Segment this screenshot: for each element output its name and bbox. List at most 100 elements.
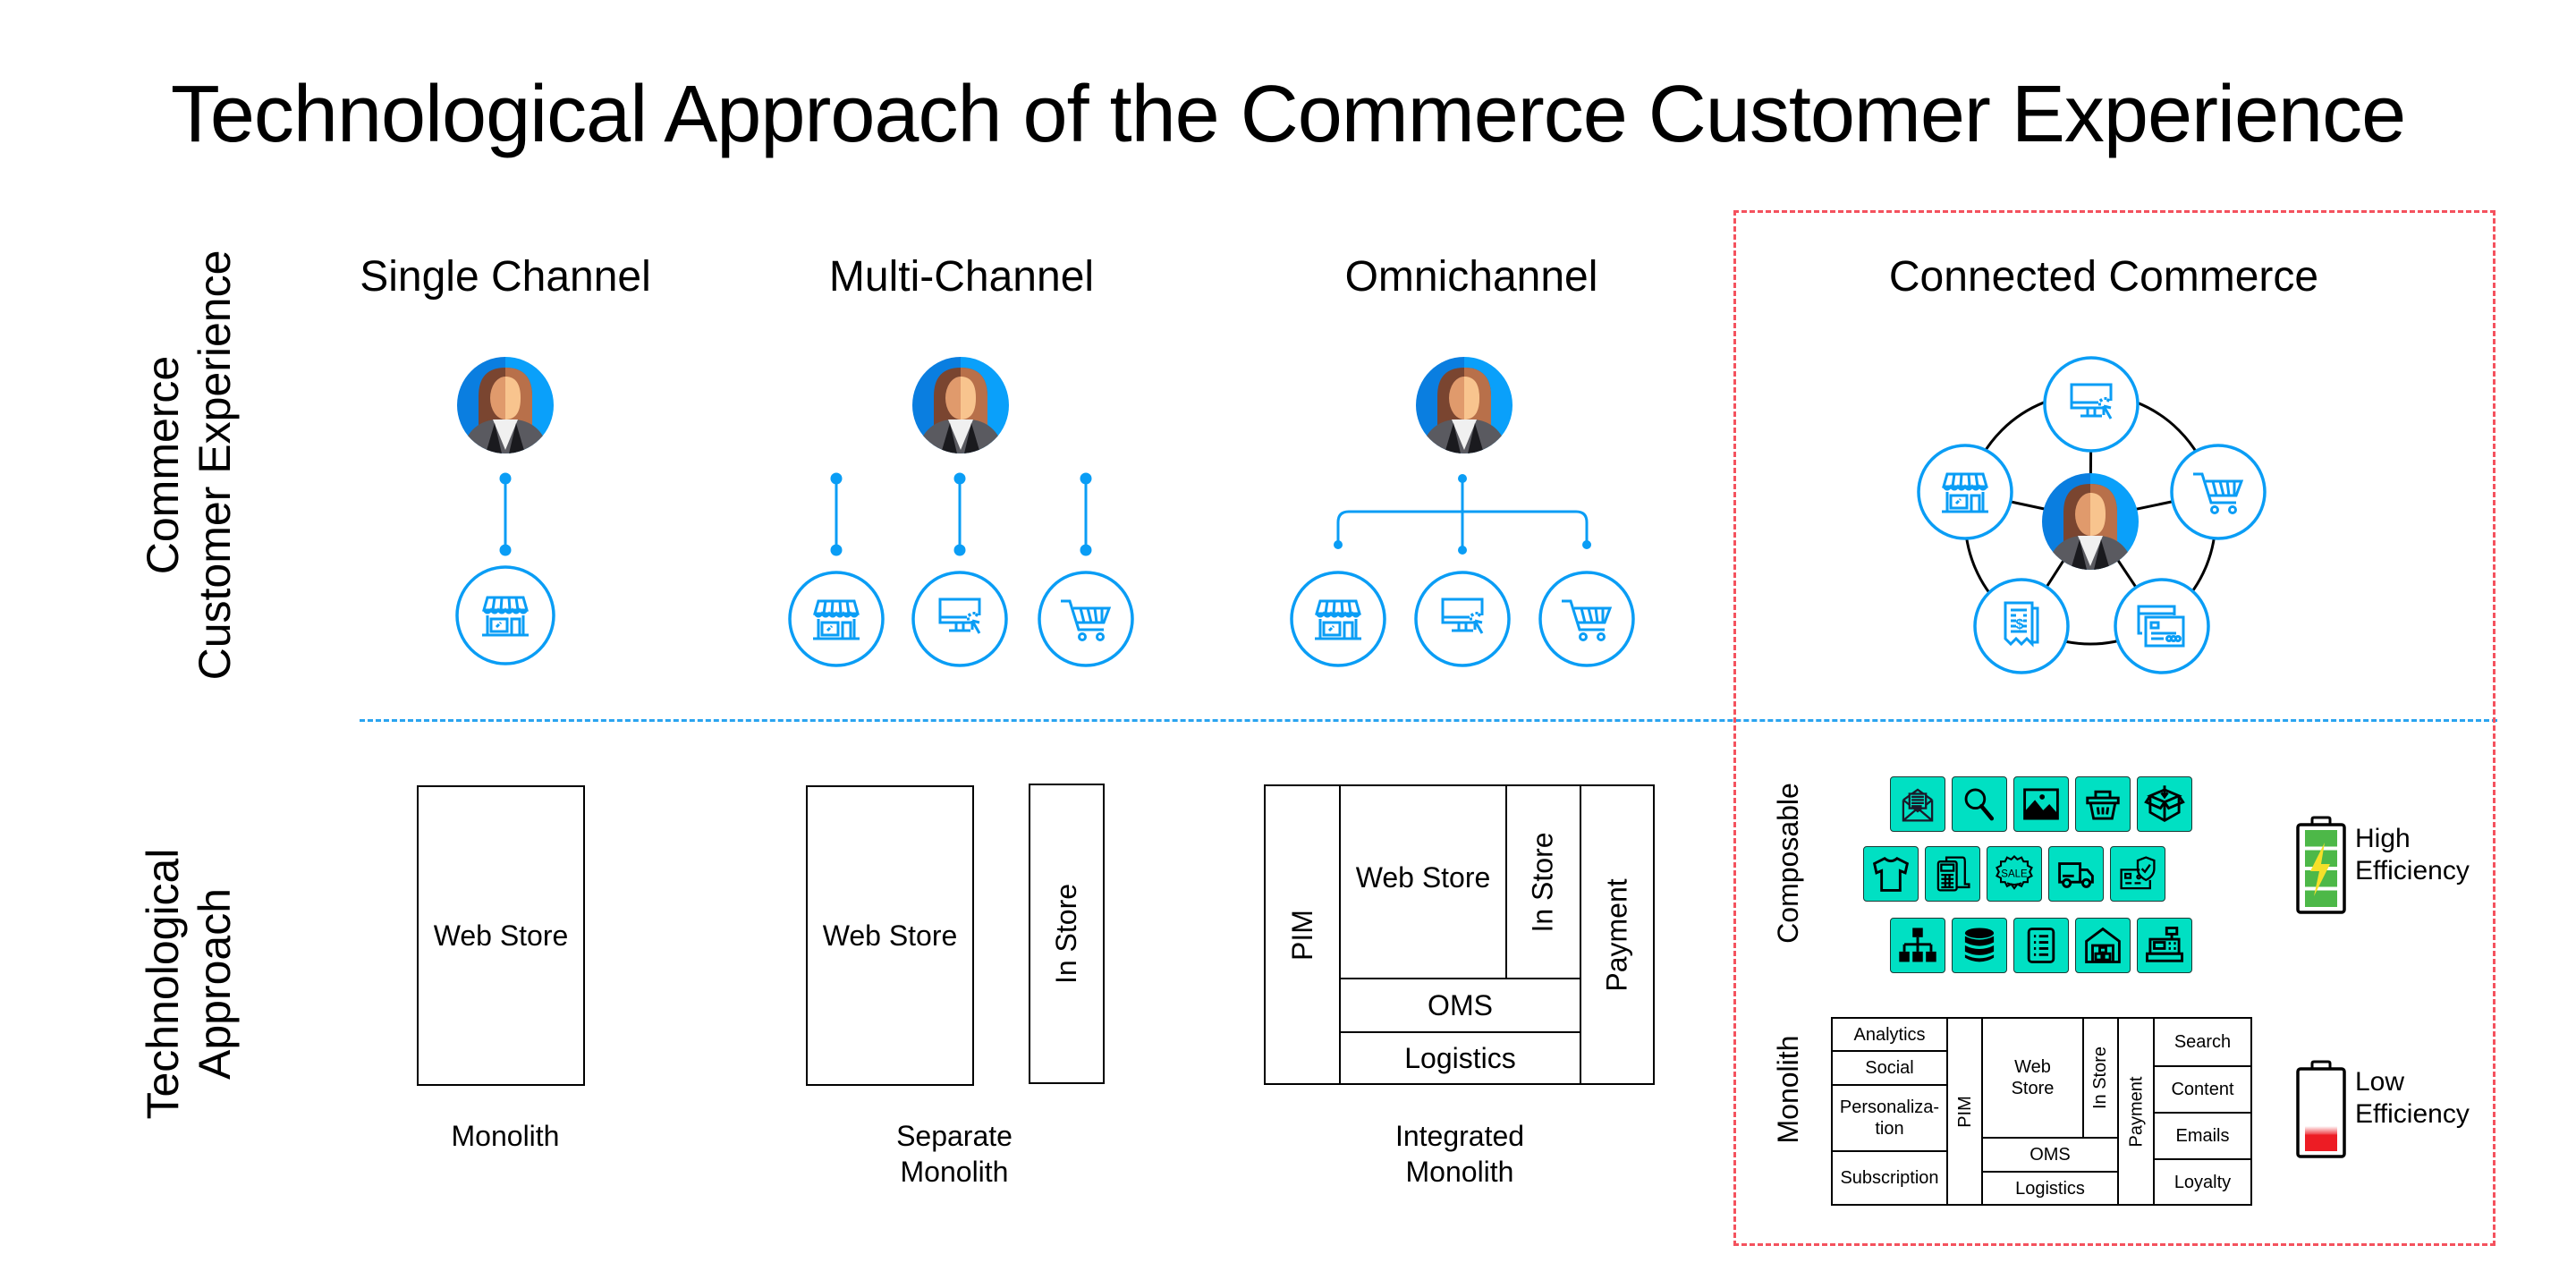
caption-line: Monolith [451, 1120, 560, 1152]
tile-warehouse [2075, 918, 2131, 973]
grid-cell-subscription: Subscription [1831, 1150, 1948, 1206]
block-label: Web Store [433, 919, 569, 952]
cell-label: Content [2171, 1080, 2234, 1099]
grid-cell-loyalty: Loyalty [2153, 1158, 2252, 1206]
channel-circle [2114, 578, 2210, 674]
caption-line: Integrated [1394, 1120, 1525, 1152]
tile-sale-badge: SALE [1987, 846, 2042, 902]
cell-label: PIM [1285, 909, 1318, 961]
grid-cell-social: Social [1831, 1050, 1948, 1086]
tech-caption-monolith: Monolith [326, 1118, 684, 1154]
grid-cell-search: Search [2153, 1017, 2252, 1067]
svg-text:SALE: SALE [2001, 869, 2028, 879]
channel-circle [1414, 571, 1511, 667]
grid-cell-logistics: Logistics [1981, 1171, 2119, 1206]
email-newsletter-icon [1902, 788, 1934, 822]
efficiency-line: High [2355, 824, 2411, 853]
cell-label: In Store [2090, 1046, 2111, 1110]
tech-caption-separate-monolith: Separate Monolith [775, 1118, 1133, 1190]
customer-avatar [912, 357, 1009, 459]
caption-line: Monolith [900, 1156, 1009, 1188]
tile-email-newsletter [1890, 776, 1945, 832]
box-icon [2144, 785, 2185, 823]
tech-caption-integrated-monolith: Integrated Monolith [1281, 1118, 1639, 1190]
customer-avatar [457, 357, 554, 459]
cell-label: Logistics [2015, 1178, 2085, 1199]
grid-cell-payment: Payment [2117, 1017, 2155, 1206]
grid-cell-emails: Emails [2153, 1112, 2252, 1160]
image-icon [2023, 788, 2059, 820]
channel-circle [455, 565, 555, 665]
channel-circle [1538, 571, 1635, 667]
tile-box [2137, 776, 2192, 832]
channel-circle [1917, 444, 2013, 540]
tile-delivery-truck [2048, 846, 2104, 902]
search-icon [1964, 788, 1995, 821]
tile-basket [2075, 776, 2131, 832]
grid-cell-in-store: In Store [2082, 1017, 2119, 1139]
grid-cell-personalization: Personaliza- tion [1831, 1084, 1948, 1152]
battery-level-bar [2305, 1134, 2337, 1151]
channel-circle [1290, 571, 1386, 667]
tile-sitemap [1890, 918, 1945, 973]
cell-label: Personaliza- tion [1839, 1097, 1940, 1139]
separate-web-store-block: Web Store [806, 785, 974, 1086]
caption-line: Monolith [1405, 1156, 1514, 1188]
oms-cell: OMS [1339, 978, 1581, 1033]
logistics-cell: Logistics [1339, 1031, 1581, 1085]
connector-tree [1336, 479, 1589, 550]
block-label: In Store [1050, 883, 1083, 985]
efficiency-line: Efficiency [2355, 856, 2470, 886]
efficiency-line: Low [2355, 1067, 2405, 1097]
battery-high-icon [2296, 816, 2346, 914]
tile-cash-register [2137, 918, 2192, 973]
secure-card-icon [2120, 856, 2156, 890]
connector [830, 472, 1092, 556]
connector [499, 472, 512, 556]
in-store-cell: In Store [1505, 784, 1581, 979]
cell-label: Social [1865, 1058, 1914, 1078]
grid-cell-pim: PIM [1946, 1017, 1983, 1206]
cell-label: Web Store [1355, 861, 1491, 894]
channel-circle [2043, 356, 2140, 453]
list-document-icon [2027, 928, 2055, 963]
sitemap-icon [1899, 928, 1936, 962]
block-label: Web Store [822, 919, 958, 952]
grid-cell-analytics: Analytics [1831, 1017, 1948, 1052]
pos-terminal-icon [1936, 856, 1970, 892]
cell-label: OMS [2029, 1145, 2071, 1165]
payment-cell: Payment [1580, 784, 1655, 1085]
efficiency-line: Efficiency [2355, 1099, 2470, 1129]
cell-label: Logistics [1404, 1041, 1516, 1074]
database-icon [1964, 928, 1995, 962]
customer-avatar [2042, 473, 2139, 575]
tile-search [1952, 776, 2007, 832]
cell-label: Analytics [1853, 1024, 1926, 1045]
cash-register-icon [2146, 927, 2183, 962]
grid-cell-content: Content [2153, 1065, 2252, 1114]
battery-level-fade [2305, 1126, 2337, 1135]
pim-cell: PIM [1264, 784, 1341, 1085]
tshirt-icon [1872, 857, 1910, 892]
efficiency-label-low: Low Efficiency [2355, 1066, 2470, 1131]
channel-circle [2170, 444, 2267, 540]
channel-circle [788, 571, 885, 667]
cell-label: Payment [1600, 877, 1633, 992]
efficiency-label-high: High Efficiency [2355, 823, 2470, 887]
web-store-cell: Web Store [1339, 784, 1507, 979]
separate-in-store-block: In Store [1029, 784, 1105, 1084]
caption-line: Separate [896, 1120, 1013, 1152]
battery-low-icon [2296, 1060, 2346, 1158]
monolith-grid: Analytics Social Personaliza- tion Subsc… [1831, 1017, 2252, 1206]
cell-label: Loyalty [2174, 1172, 2232, 1192]
integrated-monolith-block: PIM Web Store In Store OMS Logistics Pay… [1264, 784, 1655, 1085]
delivery-truck-icon [2058, 862, 2094, 888]
tile-database [1952, 918, 2007, 973]
customer-avatar [1416, 357, 1513, 459]
monolith-label: Monolith [1772, 1035, 1804, 1144]
cell-label: Payment [2126, 1076, 2146, 1147]
sale-badge-icon: SALE [1996, 854, 2033, 890]
battery-level-bar [2305, 830, 2337, 847]
tile-list-document [2013, 918, 2069, 973]
channel-circle [1038, 571, 1134, 667]
